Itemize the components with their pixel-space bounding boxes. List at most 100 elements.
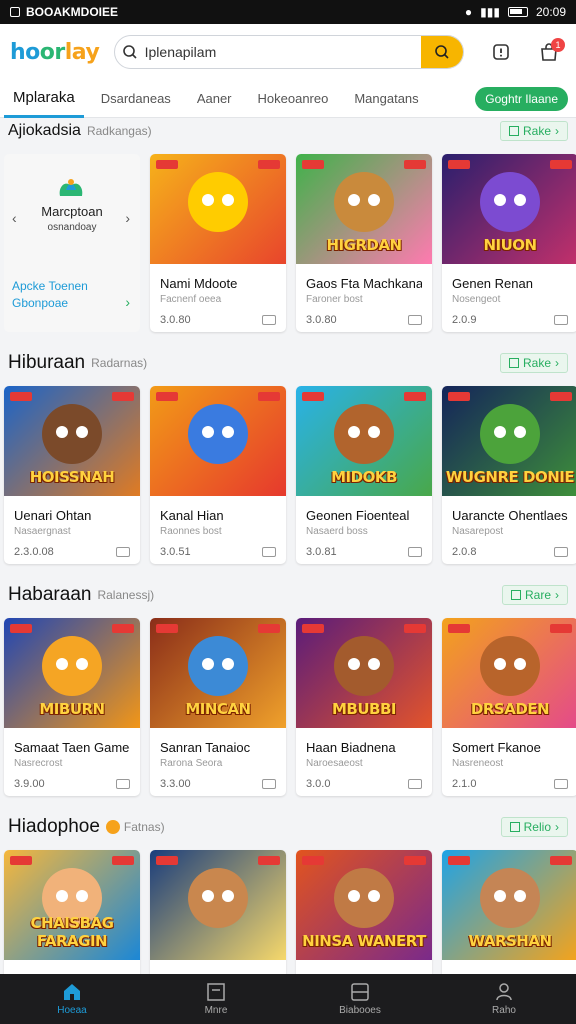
bottom-nav-home[interactable]: Hoeaa: [0, 974, 144, 1024]
game-meta: Naroesaeost: [306, 758, 363, 769]
promo-cta-line-2: Gbonpoae: [12, 296, 69, 310]
game-card[interactable]: CHAISBAG FARAGIN: [4, 850, 140, 974]
card-body: Haan Biadnena Naroesaeost 3.0.0: [296, 728, 432, 790]
section-more-label: Relio: [523, 820, 551, 834]
game-name: Genen Renan: [452, 276, 533, 291]
tag-icon: [10, 856, 32, 865]
game-card[interactable]: WARSHAN: [442, 850, 576, 974]
character-art: [480, 868, 540, 928]
card-body: Sanran Tanaioc Rarona Seora 3.3.00: [150, 728, 286, 790]
card-body: Geonen Fioenteal Nasaerd boss 3.0.81: [296, 496, 432, 558]
game-card[interactable]: Kanal Hian Raonnes bost 3.0.51: [150, 386, 286, 564]
tab-0[interactable]: Mplaraka: [4, 80, 84, 118]
game-thumbnail: CHAISBAG FARAGIN: [4, 850, 140, 960]
notifications-button[interactable]: [484, 35, 518, 69]
promo-cta-line-1: Apcke Toenen: [12, 279, 88, 293]
bottom-nav-menu[interactable]: Mnre: [144, 974, 288, 1024]
section-more-label: Rake: [522, 124, 551, 138]
card-body: Samaat Taen Gameg Nasrecrost 3.9.00: [4, 728, 140, 790]
card-footer: 3.0.80: [306, 314, 422, 326]
controller-icon[interactable]: [554, 315, 568, 325]
game-card[interactable]: [150, 850, 286, 974]
alert-icon: [493, 44, 510, 60]
tag-icon: [550, 392, 572, 401]
card-footer: 2.0.9: [452, 314, 568, 326]
controller-icon[interactable]: [116, 547, 130, 557]
controller-icon[interactable]: [554, 779, 568, 789]
tag-icon: [404, 856, 426, 865]
card-body: Uarancte Ohentlaes Nasarepost 2.0.8: [442, 496, 576, 558]
promo-card[interactable]: ‹ › Marcptoan osnandoay Apcke Toenen Gbo…: [4, 154, 140, 332]
tab-2[interactable]: Aaner: [188, 80, 241, 118]
app-logo[interactable]: hoorlay: [10, 40, 106, 65]
bottom-nav-profile[interactable]: Raho: [432, 974, 576, 1024]
search-button[interactable]: [421, 36, 464, 68]
game-card[interactable]: DRSADEN Somert Fkanoe Nasreneost 2.1.0: [442, 618, 576, 796]
eye-art: [76, 890, 88, 902]
game-card[interactable]: NINSA WANERT: [296, 850, 432, 974]
game-card[interactable]: HOISSNAH Uenari Ohtan Nasaergnast 2.3.0.08: [4, 386, 140, 564]
game-name: Uenari Ohtan: [14, 508, 92, 523]
game-name: Gaos Fta Machkanan: [306, 276, 422, 291]
controller-icon[interactable]: [262, 779, 276, 789]
game-card[interactable]: HIGRDAN Gaos Fta Machkanan Faroner bost 3.0…: [296, 154, 432, 332]
game-meta: Nasreneost: [452, 758, 504, 769]
game-card[interactable]: MIBURN Samaat Taen Gameg Nasrecrost 3.9.00: [4, 618, 140, 796]
game-meta: Nasaergnast: [14, 526, 71, 537]
game-price: 3.0.0: [306, 778, 331, 790]
controller-icon[interactable]: [408, 315, 422, 325]
game-card[interactable]: MIDOKB Geonen Fioenteal Nasaerd boss 3.0.81: [296, 386, 432, 564]
game-card[interactable]: NIUON Genen Renan Nosengeot 2.0.9: [442, 154, 576, 332]
square-icon: [207, 982, 225, 1001]
game-price: 2.1.0: [452, 778, 477, 790]
game-name: Kanal Hian: [160, 508, 224, 523]
status-right: ● ▮▮▮ 20:09: [465, 5, 566, 19]
eye-art: [348, 890, 360, 902]
checkbox-icon: [510, 590, 521, 600]
bottom-nav-library[interactable]: Biabooes: [288, 974, 432, 1024]
tab-cta-button[interactable]: Goghtr Ilaane: [475, 86, 568, 111]
game-card[interactable]: Nami Mdoote Facnenf oeea 3.0.80: [150, 154, 286, 332]
card-footer: 3.9.00: [14, 778, 130, 790]
tab-4[interactable]: Mangatans: [345, 80, 427, 118]
game-thumbnail: [150, 850, 286, 960]
controller-icon[interactable]: [262, 547, 276, 557]
game-meta: Raonnes bost: [160, 526, 222, 537]
search-input[interactable]: [144, 44, 422, 60]
eye-art: [514, 890, 526, 902]
logo-part-2: or: [39, 39, 65, 65]
section-more-button[interactable]: Rake ›: [499, 121, 568, 141]
tag-icon: [112, 856, 134, 865]
game-card[interactable]: MINCAN Sanran Tanaioc Rarona Seora 3.3.00: [150, 618, 286, 796]
controller-icon[interactable]: [408, 547, 422, 557]
chevron-right-icon[interactable]: ›: [125, 294, 130, 310]
section-more-label: Rake: [522, 356, 551, 370]
section-more-button[interactable]: Rare ›: [501, 585, 568, 605]
character-art: [188, 404, 248, 464]
game-meta: Nasrecrost: [14, 758, 63, 769]
eye-art: [514, 194, 526, 206]
section-more-button[interactable]: Relio ›: [500, 817, 568, 837]
tag-icon: [404, 160, 426, 169]
controller-icon[interactable]: [116, 779, 130, 789]
controller-icon[interactable]: [408, 779, 422, 789]
chevron-left-icon[interactable]: ‹: [12, 210, 17, 226]
section-more-button[interactable]: Rake ›: [499, 353, 568, 373]
section-more-label: Rare: [524, 588, 551, 602]
chevron-right-icon[interactable]: ›: [125, 210, 130, 226]
eye-art: [348, 194, 360, 206]
game-thumbnail: MIDOKB: [296, 386, 432, 496]
tab-3[interactable]: Hokeoanreo: [249, 80, 338, 118]
game-card[interactable]: WUGNRE DONIE Uarancte Ohentlaes Nasarepost…: [442, 386, 576, 564]
controller-icon[interactable]: [262, 315, 276, 325]
character-art: [480, 172, 540, 232]
card-footer: 2.1.0: [452, 778, 568, 790]
cart-button[interactable]: 1: [532, 35, 566, 69]
tab-1[interactable]: Dsardaneas: [92, 80, 180, 118]
game-card[interactable]: MBUBBI Haan Biadnena Naroesaeost 3.0.0: [296, 618, 432, 796]
controller-icon[interactable]: [554, 547, 568, 557]
tag-icon: [112, 624, 134, 633]
promo-cta[interactable]: Apcke Toenen Gbonpoae: [12, 278, 88, 312]
tag-icon: [448, 392, 470, 401]
eye-art: [202, 890, 214, 902]
